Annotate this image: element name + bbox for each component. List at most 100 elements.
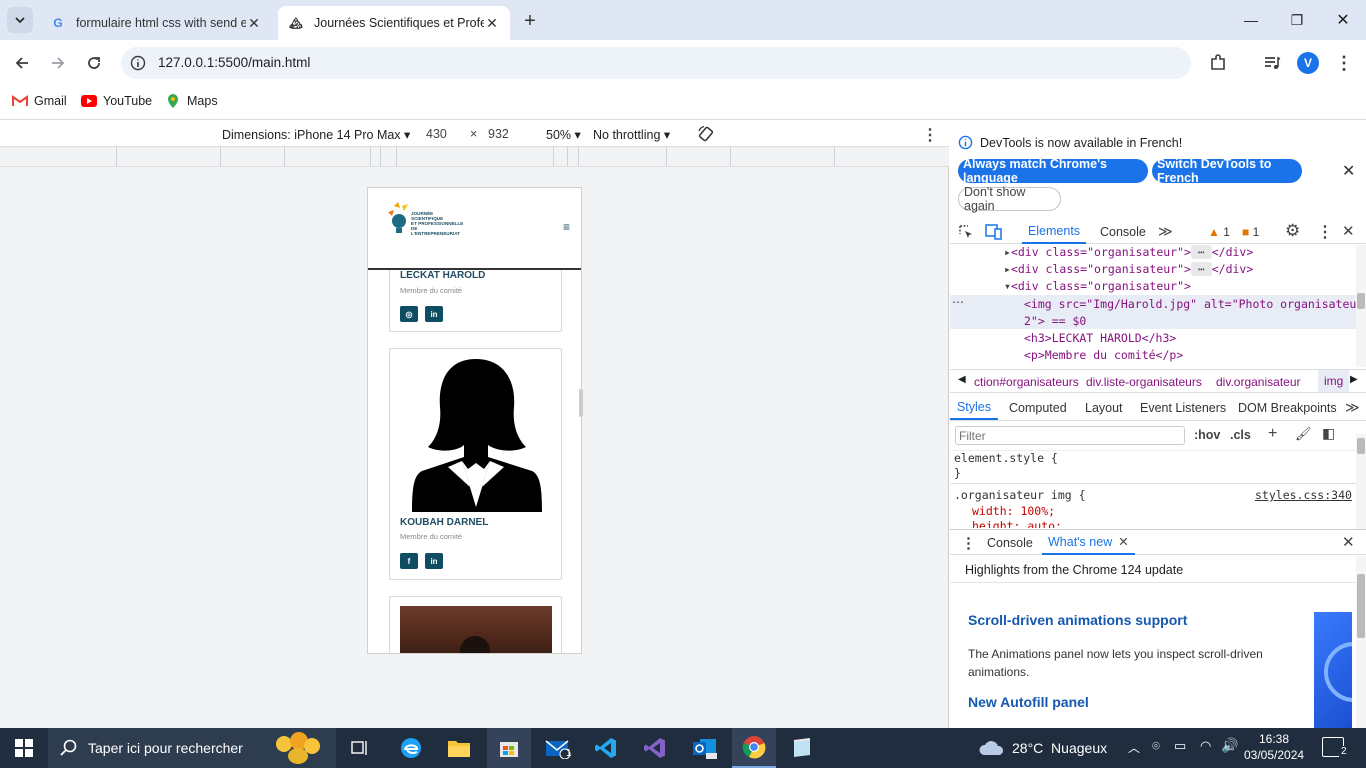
styles-filter-input[interactable] — [955, 426, 1185, 445]
address-bar[interactable]: 127.0.0.1:5500/main.html — [121, 47, 1191, 79]
element-style-rule[interactable]: element.style { — [954, 451, 1058, 465]
tab-event-listeners[interactable]: Event Listeners — [1140, 395, 1226, 420]
tab-styles[interactable]: Styles — [950, 395, 998, 420]
site-info-icon[interactable] — [130, 55, 146, 71]
close-tab-icon[interactable]: ✕ — [1118, 534, 1128, 549]
error-icon[interactable]: ■ 1 — [1242, 225, 1259, 239]
file-explorer-icon[interactable] — [443, 732, 475, 764]
reload-button[interactable] — [82, 51, 106, 75]
tab-formulaire[interactable]: G formulaire html css with send e ✕ — [40, 6, 272, 40]
devtools-menu-icon[interactable]: ⋮ — [1317, 222, 1333, 242]
media-control-button[interactable] — [1260, 51, 1284, 75]
tray-chevron-icon[interactable]: ︿ — [1128, 739, 1140, 756]
tab-dom-breakpoints[interactable]: DOM Breakpoints — [1238, 395, 1337, 420]
bookmark-maps[interactable]: Maps — [165, 93, 218, 109]
back-button[interactable] — [10, 51, 34, 75]
new-tab-button[interactable]: + — [518, 9, 542, 33]
dom-node-img-cont[interactable]: 2"> == $0 — [1024, 314, 1086, 328]
settings-gear-icon[interactable]: ⚙ — [1285, 221, 1300, 241]
tab-computed[interactable]: Computed — [1009, 395, 1067, 420]
profile-avatar[interactable]: V — [1297, 52, 1319, 74]
start-button[interactable] — [8, 732, 40, 764]
menu-button[interactable]: ⋮ — [1332, 51, 1356, 75]
rule-property[interactable]: height: auto; — [972, 519, 1062, 528]
rotate-icon[interactable] — [697, 125, 715, 143]
clock[interactable]: 16:38 03/05/2024 — [1244, 731, 1304, 763]
tab-layout[interactable]: Layout — [1085, 395, 1123, 420]
url-text[interactable]: 127.0.0.1:5500/main.html — [158, 55, 310, 70]
other-app-icon[interactable] — [786, 732, 818, 764]
device-toggle-icon[interactable] — [985, 224, 1003, 240]
outlook-icon[interactable] — [689, 732, 721, 764]
chrome-icon[interactable] — [732, 728, 776, 768]
bookmark-youtube[interactable]: YouTube — [81, 93, 152, 109]
rule-selector[interactable]: .organisateur img { — [954, 488, 1086, 502]
close-tab-icon[interactable]: ✕ — [484, 15, 500, 32]
rule-property[interactable]: width: 100%; — [972, 504, 1055, 518]
hamburger-menu-icon[interactable]: ≡ — [563, 220, 570, 234]
vscode-icon[interactable] — [590, 732, 622, 764]
linkedin-icon[interactable]: in — [425, 553, 443, 569]
linkedin-icon[interactable]: in — [425, 306, 443, 322]
breadcrumb-left-arrow[interactable]: ◀ — [958, 374, 966, 385]
breadcrumb-item[interactable]: ction#organisateurs — [974, 375, 1079, 389]
bookmark-gmail[interactable]: Gmail — [12, 93, 67, 109]
store-icon[interactable] — [487, 728, 531, 768]
dom-node-img[interactable]: <img src="Img/Harold.jpg" alt="Photo org… — [1024, 297, 1363, 311]
meet-icon[interactable]: ⌾ — [1152, 738, 1160, 754]
rule-source-link[interactable]: styles.css:340 — [1255, 488, 1352, 502]
visual-studio-icon[interactable] — [639, 732, 671, 764]
taskbar-search[interactable]: Taper ici pour rechercher — [48, 728, 336, 768]
more-tabs-icon[interactable]: ≫ — [1158, 223, 1173, 240]
sidebar-toggle-icon[interactable]: ◧ — [1322, 425, 1335, 442]
width-input[interactable]: 430 — [426, 127, 447, 141]
dont-show-button[interactable]: Don't show again — [958, 185, 1061, 213]
paint-icon[interactable]: 🖌 — [1295, 426, 1312, 442]
whats-new-scrollbar[interactable] — [1356, 556, 1366, 728]
volume-icon[interactable]: 🔊 — [1221, 737, 1238, 754]
dom-node[interactable]: ▾<div class="organisateur"> — [1004, 279, 1191, 293]
dom-node[interactable]: ▸<div class="organisateur"> ⋯ </div> — [1004, 262, 1253, 276]
warning-icon[interactable]: ▲ 1 — [1208, 225, 1230, 239]
node-actions-icon[interactable]: ⋯ — [952, 295, 964, 309]
breadcrumb-item[interactable]: div.liste-organisateurs — [1086, 375, 1202, 389]
feature-heading[interactable]: Scroll-driven animations support — [968, 612, 1187, 628]
device-select[interactable]: Dimensions: iPhone 14 Pro Max ▾ — [222, 127, 410, 142]
task-view-button[interactable] — [344, 732, 376, 764]
new-rule-icon[interactable]: + — [1268, 425, 1277, 443]
breadcrumb-item[interactable]: div.organisateur — [1216, 375, 1301, 389]
close-window-button[interactable]: ✕ — [1320, 0, 1366, 40]
dom-scrollbar[interactable] — [1356, 245, 1366, 367]
drawer-tab-whats-new[interactable]: What's new ✕ — [1042, 530, 1135, 555]
extensions-button[interactable] — [1206, 51, 1230, 75]
breadcrumb-item-selected[interactable]: img — [1318, 370, 1350, 392]
restore-button[interactable]: ❐ — [1274, 0, 1320, 40]
tab-console[interactable]: Console — [1100, 220, 1146, 244]
close-drawer-icon[interactable]: ✕ — [1342, 533, 1355, 551]
weather-widget[interactable]: 28°C Nuageux — [978, 728, 1107, 768]
feature-heading[interactable]: New Autofill panel — [968, 694, 1089, 710]
forward-button[interactable] — [46, 51, 70, 75]
battery-icon[interactable]: ▭ — [1174, 738, 1186, 754]
hov-toggle[interactable]: :hov — [1194, 428, 1220, 442]
drawer-menu-icon[interactable]: ⋮ — [961, 534, 976, 552]
dom-node[interactable]: <h3>LECKAT HAROLD</h3> — [1024, 331, 1176, 345]
close-devtools-icon[interactable]: ✕ — [1342, 222, 1355, 240]
switch-french-button[interactable]: Switch DevTools to French — [1152, 157, 1302, 185]
more-tabs-icon[interactable]: ≫ — [1345, 399, 1360, 416]
height-input[interactable]: 932 — [488, 127, 509, 141]
wifi-icon[interactable]: ◠ — [1200, 738, 1211, 754]
tab-search-button[interactable] — [7, 7, 33, 33]
media-query-bar[interactable] — [0, 147, 949, 167]
close-tab-icon[interactable]: ✕ — [246, 15, 262, 32]
minimize-button[interactable]: — — [1228, 0, 1274, 40]
edge-icon[interactable] — [395, 732, 427, 764]
site-logo[interactable]: JOURNÉE SCIENTIFIQUE ET PROFESSIONNELLE … — [386, 202, 466, 236]
breadcrumb-right-arrow[interactable]: ▶ — [1350, 374, 1358, 385]
inspect-element-icon[interactable] — [958, 224, 974, 240]
close-banner-icon[interactable]: ✕ — [1342, 161, 1355, 181]
mail-icon[interactable]: 1 — [542, 732, 574, 764]
dom-node[interactable]: <p>Membre du comité</p> — [1024, 348, 1183, 362]
cls-toggle[interactable]: .cls — [1230, 428, 1251, 442]
dom-node[interactable]: ▸<div class="organisateur"> ⋯ </div> — [1004, 245, 1253, 259]
